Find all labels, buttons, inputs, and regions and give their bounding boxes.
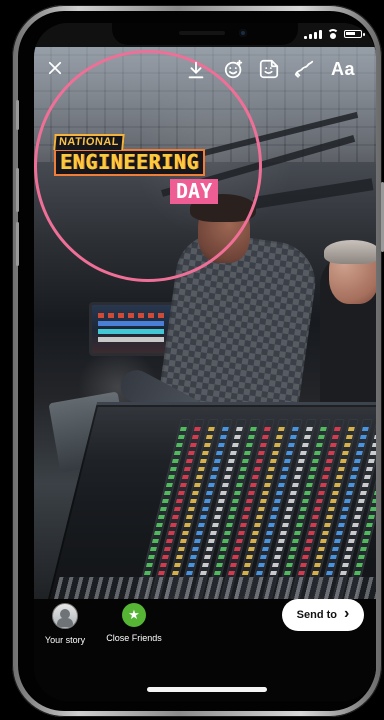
signal-icon	[304, 29, 322, 39]
national-engineering-day-sticker[interactable]: NATIONAL ENGINEERING DAY	[53, 132, 219, 204]
chevron-right-icon: ›	[344, 605, 350, 622]
battery-icon	[344, 30, 365, 38]
ceiling-beam	[253, 178, 374, 209]
side-button-lower	[16, 222, 19, 266]
sticker-icon[interactable]	[258, 58, 280, 80]
side-button-upper	[16, 100, 19, 130]
side-button-middle	[16, 168, 19, 212]
close-friends-label: Close Friends	[106, 633, 162, 643]
send-to-label: Send to	[296, 609, 337, 621]
home-indicator	[147, 687, 267, 692]
front-camera	[239, 29, 247, 37]
sticker-bottom-line: DAY	[170, 179, 219, 204]
draw-icon[interactable]	[293, 58, 315, 80]
story-editor-screen: NATIONAL ENGINEERING DAY Aa Your story ★…	[0, 0, 384, 720]
status-icons	[304, 29, 365, 39]
send-to-button[interactable]: Send to ›	[282, 599, 364, 631]
text-tool-button[interactable]: Aa	[331, 58, 355, 80]
close-friends-target[interactable]: ★ Close Friends	[98, 603, 170, 644]
your-story-label: Your story	[44, 635, 86, 645]
avatar	[52, 603, 78, 629]
sticker-middle-line: ENGINEERING	[54, 149, 206, 177]
share-bar: Your story ★ Close Friends Send to ›	[34, 599, 376, 701]
wifi-icon	[327, 29, 339, 39]
sticker-top-line: NATIONAL	[53, 134, 125, 150]
your-story-target[interactable]: Your story	[34, 603, 96, 646]
download-icon[interactable]	[185, 59, 207, 81]
engineer-secondary-hair	[324, 240, 376, 264]
audio-mixer-console	[40, 402, 376, 622]
close-icon[interactable]	[46, 59, 64, 77]
star-icon: ★	[122, 603, 146, 627]
story-toolbar: Aa	[34, 54, 376, 90]
speaker-grille	[179, 31, 225, 35]
phone-screen: NATIONAL ENGINEERING DAY Aa Your story ★…	[34, 23, 376, 701]
face-effect-icon[interactable]	[223, 58, 245, 80]
